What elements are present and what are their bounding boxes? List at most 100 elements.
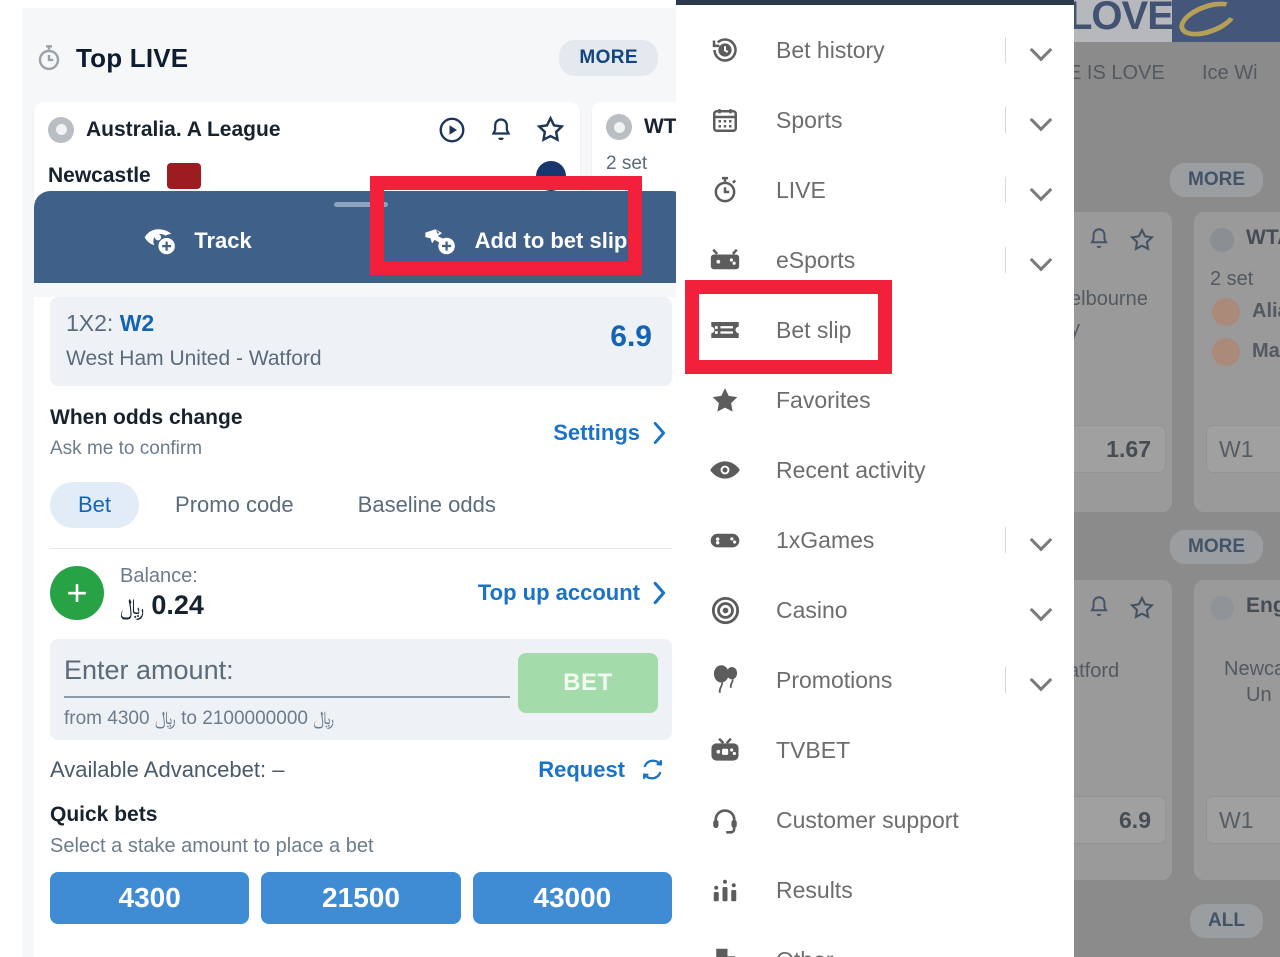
team-crest-opponent (536, 161, 566, 191)
odds-change-title: When odds change (50, 406, 243, 429)
bet-slip-body: 1X2: W2 West Ham United - Watford 6.9 Wh… (34, 297, 676, 957)
menu-item-tvbet[interactable]: TVBET (676, 715, 1074, 785)
divider (50, 548, 672, 549)
tab-promo-code[interactable]: Promo code (147, 482, 322, 528)
bet-selection-card[interactable]: 1X2: W2 West Ham United - Watford 6.9 (50, 297, 672, 386)
menu-item-customer-support[interactable]: Customer support (676, 785, 1074, 855)
chevron-down-icon[interactable] (1030, 669, 1052, 691)
track-button[interactable]: Track (34, 191, 361, 283)
refresh-icon[interactable] (639, 756, 666, 783)
star-icon[interactable] (535, 114, 566, 145)
page-title: Top LIVE (76, 42, 189, 73)
football-icon (48, 116, 74, 143)
tvbet-icon (708, 733, 742, 767)
odds-change-settings-link[interactable]: Settings (553, 420, 668, 446)
menu-item-results[interactable]: Results (676, 855, 1074, 925)
screen-root: LOVE E IS LOVE Ice Wi MORE WTA 2 set Ali (0, 0, 1280, 957)
top-live-more-button[interactable]: MORE (559, 40, 658, 76)
menu-item-casino[interactable]: Casino (676, 575, 1074, 645)
top-up-label: Top up account (477, 580, 640, 605)
menu-item-expand-group[interactable] (1005, 527, 1052, 553)
chevron-down-icon[interactable] (1030, 39, 1052, 61)
chevron-down-icon[interactable] (1030, 179, 1052, 201)
tab-baseline-odds[interactable]: Baseline odds (330, 482, 524, 528)
menu-item-expand-group[interactable] (1005, 247, 1052, 273)
menu-item-other[interactable]: Other (676, 925, 1074, 957)
live-card-team-name: Newcastle (48, 164, 151, 187)
menu-item-label: 1xGames (776, 526, 875, 553)
odds-change-text: When odds change Ask me to confirm (50, 406, 553, 460)
bet-selection-info: 1X2: W2 West Ham United - Watford (66, 310, 610, 371)
menu-item-label: eSports (776, 246, 856, 273)
app-page: Top LIVE MORE Australia. A League Newcas… (22, 8, 676, 957)
menu-item-separator (1005, 247, 1006, 273)
background-app-content: LOVE E IS LOVE Ice Wi MORE WTA 2 set Ali (1074, 0, 1280, 957)
tennis-ball-icon (606, 114, 632, 140)
menu-item-expand-group[interactable] (1005, 177, 1052, 203)
menu-item-separator (1005, 177, 1006, 203)
bet-market-pick: W2 (119, 310, 155, 336)
chevron-down-icon[interactable] (1030, 949, 1052, 957)
menu-item-expand-group[interactable] (1005, 599, 1052, 621)
top-live-header: Top LIVE MORE (22, 22, 676, 94)
add-funds-button[interactable]: + (50, 566, 104, 620)
live-card-actions (437, 114, 566, 145)
chevron-down-icon[interactable] (1030, 109, 1052, 131)
menu-item-expand-group[interactable] (1005, 37, 1052, 63)
balloons-icon (708, 663, 742, 697)
team-crest-newcastle (166, 163, 201, 189)
bell-icon[interactable] (487, 115, 515, 145)
bet-market-prefix: 1X2: (66, 310, 120, 336)
odds-change-section: When odds change Ask me to confirm Setti… (50, 406, 672, 460)
menu-item-promotions[interactable]: Promotions (676, 645, 1074, 715)
menu-item-label: Bet slip (776, 316, 852, 343)
odds-change-subtitle: Ask me to confirm (50, 438, 203, 459)
menu-item-label: TVBET (776, 736, 851, 763)
menu-item-bet-slip[interactable]: Bet slip (676, 295, 1074, 365)
main-menu-panel: Bet history Sports LIVE eSports Bet slip Favo… (676, 0, 1074, 957)
menu-item-bet-history[interactable]: Bet history (676, 15, 1074, 85)
menu-item-label: Casino (776, 596, 848, 623)
betslip-add-icon (422, 225, 460, 257)
chevron-down-icon[interactable] (1030, 599, 1052, 621)
stake-amount-input[interactable] (64, 651, 510, 698)
menu-item-sports[interactable]: Sports (676, 85, 1074, 155)
stake-limits-hint: from 4300 ﷼ to 2100000000 ﷼ (64, 708, 335, 729)
chevron-down-icon[interactable] (1030, 249, 1052, 271)
balance-amount: 0.24 (151, 590, 204, 620)
top-up-account-link[interactable]: Top up account (478, 580, 668, 606)
place-bet-button[interactable]: BET (518, 653, 658, 713)
advancebet-request-link[interactable]: Request (538, 756, 666, 783)
bet-slip-sheet: Track Add to bet slip 1X2: W2 West Ham U… (34, 191, 676, 957)
menu-item-separator (1005, 527, 1006, 553)
play-circle-icon[interactable] (437, 115, 467, 145)
document-icon (708, 943, 742, 957)
results-bars-icon (708, 873, 742, 907)
request-label: Request (538, 756, 625, 782)
tab-bet[interactable]: Bet (50, 482, 140, 528)
track-button-label: Track (194, 228, 252, 253)
menu-item-expand-group[interactable] (1005, 107, 1052, 133)
bet-slip-tabs: Bet Promo code Baseline odds (50, 482, 672, 528)
menu-item-label: Results (776, 876, 853, 903)
add-to-bet-slip-label: Add to bet slip (474, 228, 628, 253)
live-card-league: Australia. A League (86, 117, 281, 141)
live-card-league: WTA (644, 115, 676, 138)
menu-item-1xgames[interactable]: 1xGames (676, 505, 1074, 575)
add-to-bet-slip-button[interactable]: Add to bet slip (361, 191, 676, 283)
menu-item-expand-group[interactable] (1005, 667, 1052, 693)
menu-item-expand-group[interactable] (1005, 949, 1052, 957)
quick-bet-button-1[interactable]: 4300 (50, 872, 250, 924)
quick-bet-button-3[interactable]: 43000 (472, 872, 672, 924)
chevron-down-icon[interactable] (1030, 529, 1052, 551)
quick-bet-button-2[interactable]: 21500 (261, 872, 461, 924)
bet-market-line: 1X2: W2 (66, 310, 610, 337)
menu-item-favorites[interactable]: Favorites (676, 365, 1074, 435)
menu-item-live[interactable]: LIVE (676, 155, 1074, 225)
quick-bets-subtitle: Select a stake amount to place a bet (50, 835, 374, 857)
menu-item-recent-activity[interactable]: Recent activity (676, 435, 1074, 505)
menu-item-esports[interactable]: eSports (676, 225, 1074, 295)
menu-item-label: Other (776, 947, 834, 957)
drag-handle[interactable] (334, 202, 388, 207)
track-add-icon (143, 225, 179, 257)
